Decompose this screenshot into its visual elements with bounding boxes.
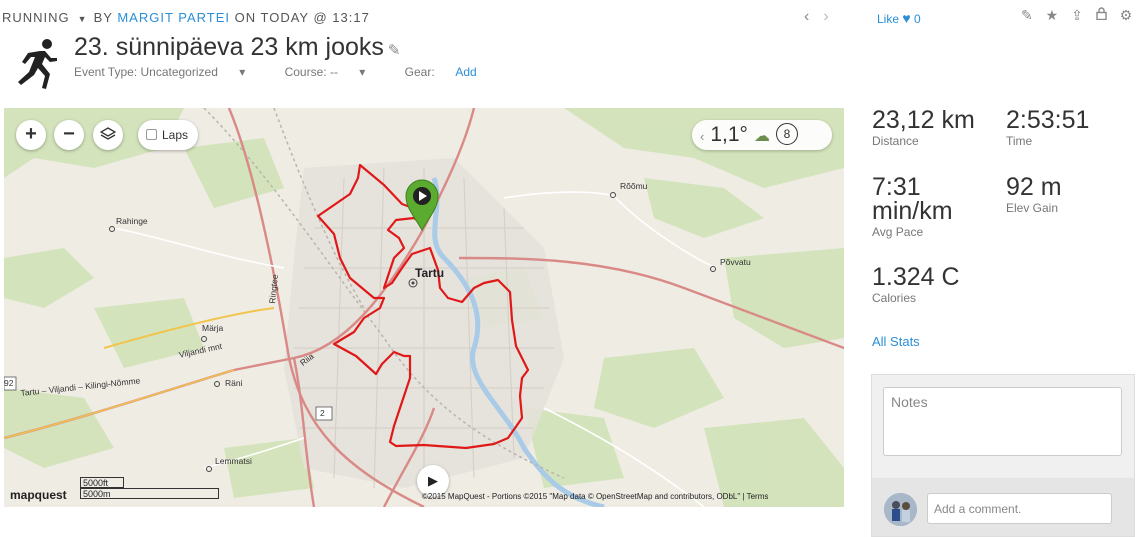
activity-nav: ‹ › (804, 8, 843, 26)
map-attribution[interactable]: ©2015 MapQuest - Portions ©2015 "Map dat… (422, 492, 768, 501)
edit-title-pencil-icon[interactable]: ✎ (388, 42, 401, 59)
activity-time: ON TODAY @ 13:17 (234, 10, 370, 25)
scale-m: 5000m (80, 488, 219, 499)
like-button[interactable]: Like ♥ 0 (877, 10, 921, 26)
notes-panel: Notes Add a comment. (871, 374, 1135, 537)
comment-row: Add a comment. (872, 478, 1134, 536)
stat-time: 2:53:51 Time (1006, 106, 1090, 149)
sport-type[interactable]: RUNNING (2, 10, 70, 25)
activity-title: 23. sünnipäeva 23 km jooks ✎ (74, 33, 401, 62)
pace-label: Avg Pace (872, 225, 924, 239)
gear-label: Gear: (404, 65, 435, 79)
laps-checkbox[interactable] (146, 129, 157, 140)
stat-distance: 23,12 km Distance (872, 106, 975, 149)
event-type-label: Event Type: Uncategorized (74, 65, 218, 79)
caret-down-icon: ▾ (359, 65, 366, 79)
calories-value: 1.324 C (872, 263, 960, 291)
by-label: BY (93, 10, 113, 25)
stat-calories: 1.324 C Calories (872, 263, 960, 306)
gear-icon[interactable]: ⚙ (1120, 7, 1133, 24)
distance-value: 23,12 km (872, 106, 975, 134)
weather-prev-icon[interactable]: ‹ (700, 129, 704, 144)
calories-label: Calories (872, 291, 917, 305)
map-tiles (4, 108, 844, 507)
activity-page: RUNNING ▼ BY MARGIT PARTEI ON TODAY @ 13:1… (0, 0, 1138, 537)
laps-toggle[interactable]: Laps (138, 120, 198, 150)
stat-pace: 7:31 min/km Avg Pace (872, 173, 953, 240)
temperature: 1,1° (710, 123, 748, 146)
wind-speed-icon: 8 (775, 123, 798, 145)
author-link[interactable]: MARGIT PARTEI (117, 10, 230, 25)
stat-elev: 92 m Elev Gain (1006, 173, 1062, 216)
map-label-roomu: Rõõmu (620, 181, 648, 191)
map-label-rahinge: Rahinge (116, 216, 148, 226)
scale-ft: 5000ft (80, 477, 124, 488)
chevron-left-icon[interactable]: ‹ (804, 8, 809, 25)
avatar (884, 493, 917, 526)
activity-meta: Event Type: Uncategorized ▾ Course: -- ▾… (74, 65, 513, 79)
comment-input[interactable]: Add a comment. (927, 493, 1112, 524)
notes-textarea[interactable]: Notes (883, 387, 1122, 456)
lock-icon[interactable] (1096, 7, 1107, 23)
gear-field: Gear: Add (405, 65, 495, 79)
like-label: Like (877, 12, 900, 26)
share-icon[interactable]: ⇪ (1071, 7, 1083, 24)
time-value: 2:53:51 (1006, 106, 1090, 134)
star-icon[interactable]: ★ (1046, 7, 1059, 24)
elev-value: 92 m (1006, 173, 1062, 201)
add-gear-link[interactable]: Add (455, 65, 476, 79)
event-type-dropdown[interactable]: Event Type: Uncategorized ▾ (74, 65, 263, 79)
map-label-lemmatsi: Lemmatsi (215, 456, 252, 466)
like-count: 0 (914, 12, 921, 26)
pace-value-line1: 7:31 (872, 173, 921, 201)
pencil-icon[interactable]: ✎ (1021, 7, 1033, 24)
course-dropdown[interactable]: Course: -- ▾ (285, 65, 384, 79)
title-text: 23. sünnipäeva 23 km jooks (74, 33, 384, 61)
weather-widget: ‹ 1,1° ☁ 8 (692, 120, 832, 150)
caret-down-icon: ▾ (239, 65, 246, 79)
cloud-icon: ☁ (753, 128, 770, 145)
zoom-in-button[interactable]: + (16, 120, 46, 150)
activity-byline: RUNNING ▼ BY MARGIT PARTEI ON TODAY @ 13:1… (2, 10, 370, 25)
play-icon: ▶ (428, 473, 438, 488)
chevron-right-icon[interactable]: › (823, 8, 828, 25)
map-label-rani: Räni (225, 378, 243, 388)
zoom-out-button[interactable]: − (54, 120, 84, 150)
elev-label: Elev Gain (1006, 201, 1059, 215)
map-label-marja: Märja (202, 323, 224, 333)
road-shield-92: 92 (4, 378, 14, 388)
layers-button[interactable] (93, 120, 123, 150)
map-label-city: Tartu (415, 266, 445, 280)
all-stats-link[interactable]: All Stats (872, 334, 920, 349)
heart-icon: ♥ (902, 10, 911, 26)
road-shield-2a: 2 (320, 408, 325, 418)
distance-label: Distance (872, 134, 919, 148)
route-map[interactable]: Tartu Rõõmu Põvvatu Rahinge Märja Räni L… (4, 108, 844, 507)
layers-icon (99, 127, 117, 140)
caret-down-icon[interactable]: ▼ (78, 14, 88, 24)
toolbar: ✎ ★ ⇪ ⚙ (1012, 7, 1132, 24)
map-label-povvatu: Põvvatu (720, 257, 751, 267)
pace-value-line2: min/km (872, 197, 953, 225)
mapquest-logo: mapquest (10, 488, 67, 502)
time-label: Time (1006, 134, 1033, 148)
running-sport-icon (18, 39, 57, 89)
laps-label: Laps (162, 128, 189, 142)
map-scale: 5000ft 5000m (80, 477, 219, 499)
course-label: Course: -- (284, 65, 338, 79)
